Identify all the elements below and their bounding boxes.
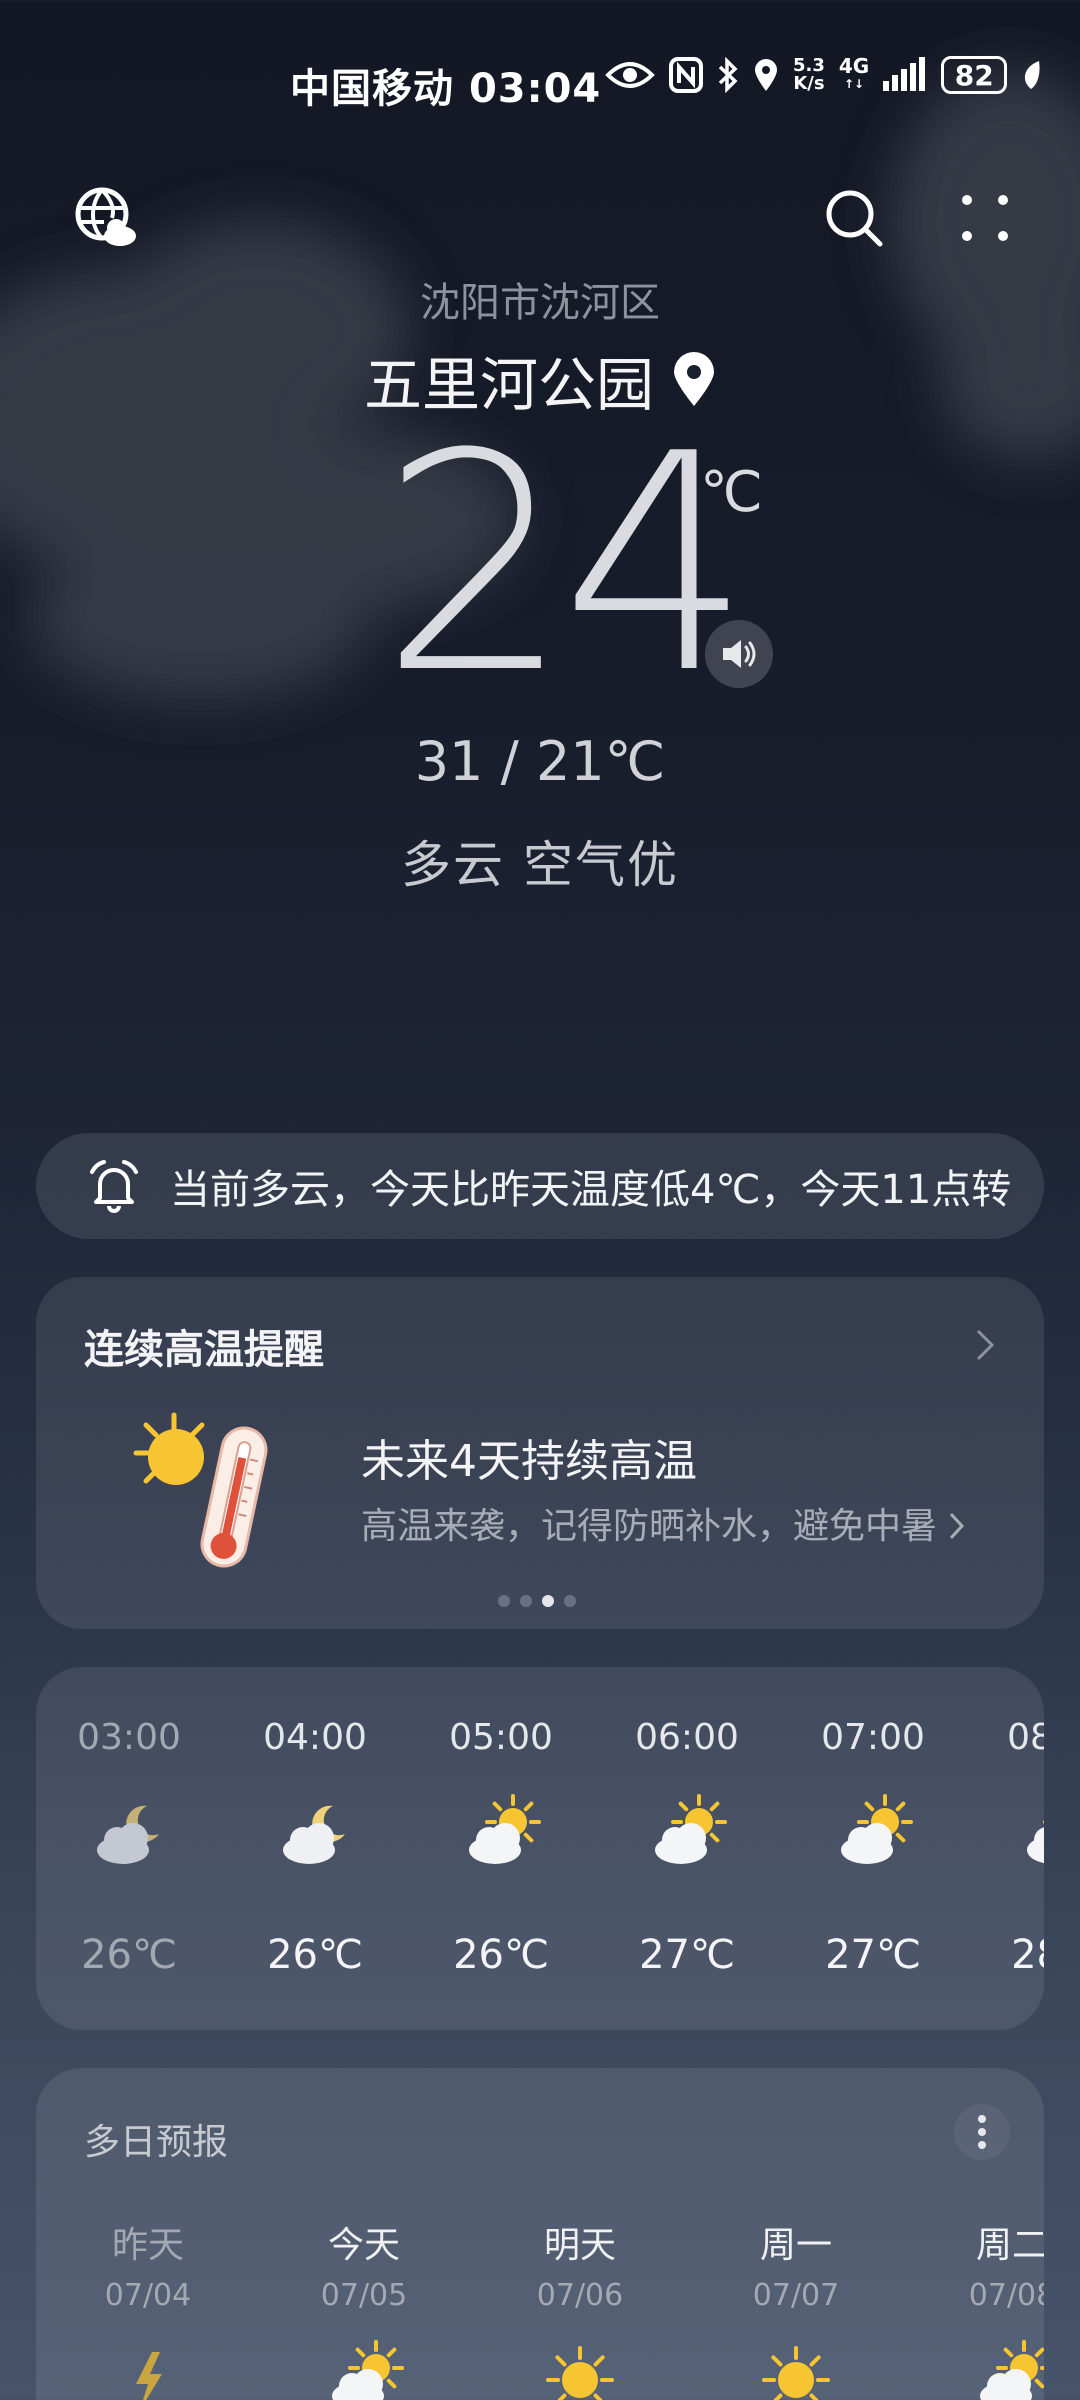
network-type: 4G ↑↓ [838,54,870,91]
sunny-icon [756,2338,836,2400]
location-icon [755,59,777,91]
daily-date: 07/05 [320,2278,408,2313]
weather-notice[interactable]: 当前多云，今天比昨天温度低4℃，今天11点转 [36,1133,1044,1239]
leaf-icon [1025,61,1040,89]
temperature-unit: ℃ [700,460,763,525]
daily-date: 07/08 [968,2278,1044,2313]
hourly-time: 06:00 [635,1717,739,1758]
chevron-right-small-icon [950,1512,965,1540]
carousel-dot-active [542,1595,554,1607]
hourly-time: 04:00 [263,1717,367,1758]
search-button[interactable] [814,178,894,258]
daily-day-name: 周二 [975,2225,1044,2266]
nfc-icon [669,57,703,93]
daily-day-name: 今天 [327,2225,400,2266]
partly-sunny-icon [833,1792,913,1872]
daily-item[interactable]: 周二 07/08 [932,2068,1044,2400]
search-icon [826,190,883,247]
district-label: 沈阳市沈河区 [420,280,660,326]
hourly-temperature: 28℃ [1011,1932,1044,1978]
daily-item[interactable]: 昨天 07/04 [68,2068,228,2400]
carousel-dot [498,1595,510,1607]
speaker-icon [723,640,756,668]
daily-day-name: 明天 [543,2225,616,2266]
status-icons: 5.3 K/s 4G ↑↓ 82 [605,56,1041,94]
daily-date: 07/07 [752,2278,840,2313]
high-low-temperature: 31 / 21℃ [414,730,666,793]
hourly-temperature: 26℃ [267,1932,363,1978]
hourly-item: 03:00 26℃ [36,1667,222,2030]
carousel-dot [564,1595,576,1607]
notice-text: 当前多云，今天比昨天温度低4℃，今天11点转 [170,1167,1010,1213]
heat-alert-headline: 未来4天持续高温 [361,1436,697,1487]
hourly-item: 04:00 26℃ [222,1667,408,2030]
status-carrier-time: 中国移动 03:04 [290,56,601,114]
daily-item[interactable]: 今天 07/05 [284,2068,444,2400]
daily-date: 07/04 [104,2278,192,2313]
more-dots-icon [962,195,1008,241]
heat-alert-subtitle: 高温来袭，记得防晒补水，避免中暑 [361,1497,966,1549]
cloudy-night-icon [89,1792,169,1872]
hourly-time: 05:00 [449,1717,553,1758]
thunder-icon [108,2338,188,2400]
more-button[interactable] [945,178,1025,258]
daily-row[interactable]: 昨天 07/04 今天 07/05 明天 07/06 周一 07/07 周二 07/08 [36,2068,1044,2400]
daily-day-name: 昨天 [111,2225,184,2266]
clock: 03:04 [468,66,602,112]
daily-item[interactable]: 周一 07/07 [716,2068,876,2400]
carousel-indicator [498,1595,576,1607]
hourly-item: 06:00 27℃ [594,1667,780,2030]
cloudy-night-icon [275,1792,355,1872]
hourly-item: 05:00 26℃ [408,1667,594,2030]
thermometer-sun-icon [133,1412,268,1568]
hourly-row[interactable]: 03:00 26℃ 04:00 26℃ 05:00 26℃ 06:00 27℃ 07:00 27℃… [36,1667,1044,2030]
chevron-right-icon [976,1329,995,1361]
eye-icon [605,62,655,88]
hourly-temperature: 26℃ [453,1932,549,1978]
daily-forecast-card[interactable]: 多日预报 昨天07/04今天07/05明天07/06周一07/07周二07/08 [36,2068,1044,2400]
hourly-forecast-card[interactable]: 03:00 26℃ 04:00 26℃ 05:00 26℃ 06:00 27℃ 07:00 27℃… [36,1667,1044,2030]
voice-broadcast-button[interactable] [705,620,773,688]
current-temperature: 24 [380,390,752,739]
hourly-time: 08:00 [1007,1717,1044,1758]
partly-sunny-icon [324,2338,404,2400]
hourly-temperature: 27℃ [639,1932,735,1978]
city-manage-button[interactable] [66,178,146,258]
status-bar: 中国移动 03:04 5.3 K/s 4G ↑↓ 82 [0,48,1080,112]
carrier-name: 中国移动 [290,66,454,112]
carousel-dot [520,1595,532,1607]
partly-sunny-icon [1019,1792,1044,1872]
daily-date: 07/06 [536,2278,624,2313]
hourly-item: 08:00 28℃ [966,1667,1044,2030]
partly-sunny-icon [972,2338,1044,2400]
hourly-item: 07:00 27℃ [780,1667,966,2030]
hourly-time: 03:00 [77,1717,181,1758]
heat-alert-card[interactable]: 连续高温提醒 未来4天持续高温 高温来袭，记得防晒补水，避免中暑 [36,1277,1044,1629]
battery-indicator: 82 [941,56,1008,94]
hourly-time: 07:00 [821,1717,925,1758]
hourly-temperature: 26℃ [81,1932,177,1978]
daily-day-name: 周一 [759,2225,832,2266]
heat-alert-title: 连续高温提醒 [84,1327,324,1373]
weather-condition: 多云 空气优 [401,836,679,894]
globe-cloud-icon [75,187,136,246]
hourly-temperature: 27℃ [825,1932,921,1978]
daily-item[interactable]: 明天 07/06 [500,2068,660,2400]
partly-sunny-icon [647,1792,727,1872]
signal-icon [883,57,926,91]
bell-icon [90,1160,138,1213]
sunny-icon [540,2338,620,2400]
bluetooth-icon [718,57,738,93]
network-speed: 5.3 K/s [793,55,825,94]
partly-sunny-icon [461,1792,541,1872]
